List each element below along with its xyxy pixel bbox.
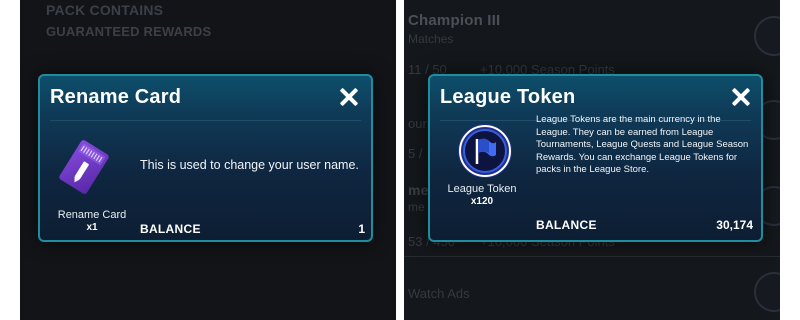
matches-label: Matches bbox=[408, 32, 454, 46]
left-screenshot: PACK CONTAINS GUARANTEED REWARDS Rename … bbox=[20, 0, 396, 320]
item-description: League Tokens are the main currency in t… bbox=[536, 114, 749, 175]
item-name: League Token bbox=[447, 183, 517, 195]
guaranteed-rewards-heading: GUARANTEED REWARDS bbox=[46, 24, 212, 39]
balance-value: 30,174 bbox=[716, 218, 753, 232]
rename-ticket-icon bbox=[59, 140, 109, 194]
modal-title: Rename Card bbox=[50, 86, 182, 108]
row4-fragment-b: me bbox=[408, 200, 425, 214]
side-reward-circle bbox=[754, 272, 780, 312]
league-flag-token-icon bbox=[458, 124, 512, 178]
league-token-modal: League Token League Token x120 League To… bbox=[428, 74, 763, 242]
item-quantity: x1 bbox=[86, 222, 98, 233]
side-reward-circle bbox=[754, 16, 780, 56]
item-name: Rename Card bbox=[57, 209, 127, 221]
item-description: This is used to change your user name. bbox=[140, 158, 359, 172]
title-divider bbox=[50, 120, 361, 121]
rename-card-modal: Rename Card Rename Card x1 This is used … bbox=[38, 74, 373, 242]
watch-ads-label: Watch Ads bbox=[408, 286, 470, 301]
row3-progress: 5 / bbox=[408, 146, 423, 161]
row-separator bbox=[404, 256, 780, 257]
item-quantity: x120 bbox=[470, 196, 494, 207]
pack-contains-heading: PACK CONTAINS bbox=[46, 2, 164, 18]
balance-label: BALANCE bbox=[536, 218, 597, 232]
close-icon[interactable] bbox=[340, 88, 358, 106]
modal-title: League Token bbox=[440, 86, 576, 108]
balance-label: BALANCE bbox=[140, 222, 201, 236]
close-icon[interactable] bbox=[732, 88, 750, 106]
rank-title: Champion III bbox=[408, 12, 501, 29]
balance-value: 1 bbox=[358, 222, 365, 236]
right-screenshot: Champion III Matches 11 / 50 +10,000 Sea… bbox=[404, 0, 780, 320]
